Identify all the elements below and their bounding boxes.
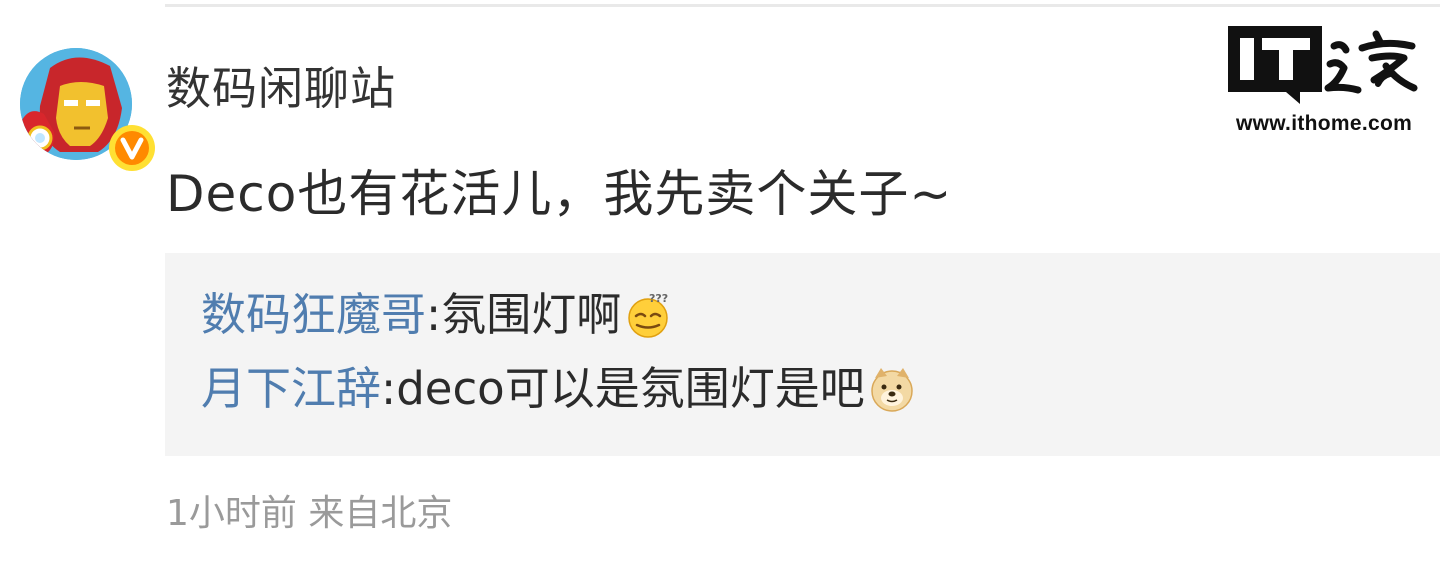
post-username[interactable]: 数码闲聊站 [166,62,396,116]
weibo-post-card: 数码闲聊站 Deco也有花活儿，我先卖个关子~ 数码狂魔哥: 氛围灯啊 ??? 月… [0,0,1440,562]
verified-badge-icon [108,124,156,172]
comment-separator: : [381,362,397,415]
post-text: Deco也有花活儿，我先卖个关子~ [166,165,953,223]
sleepy-face-emoji-icon: ??? [623,290,673,340]
doge-emoji-icon [867,364,917,414]
comment-preview-box[interactable]: 数码狂魔哥: 氛围灯啊 ??? 月下江辞: deco可以是氛围灯是吧 [165,253,1440,456]
comment-text: 氛围灯啊 [441,288,622,341]
comment-author[interactable]: 月下江辞 [201,361,381,417]
comment-separator: : [426,288,442,341]
watermark-url: www.ithome.com [1235,112,1413,135]
comment-item: 月下江辞: deco可以是氛围灯是吧 [201,361,917,417]
user-avatar[interactable] [20,48,155,171]
comment-item: 数码狂魔哥: 氛围灯啊 ??? [201,287,673,343]
comment-author[interactable]: 数码狂魔哥 [201,287,426,343]
post-meta: 1小时前 来自北京 [166,493,453,534]
ithome-logo-icon [1228,26,1418,104]
comment-text: deco可以是氛围灯是吧 [396,362,865,415]
top-divider [165,4,1440,7]
svg-text:???: ??? [649,292,668,305]
ithome-watermark: www.ithome.com [1226,24,1422,142]
